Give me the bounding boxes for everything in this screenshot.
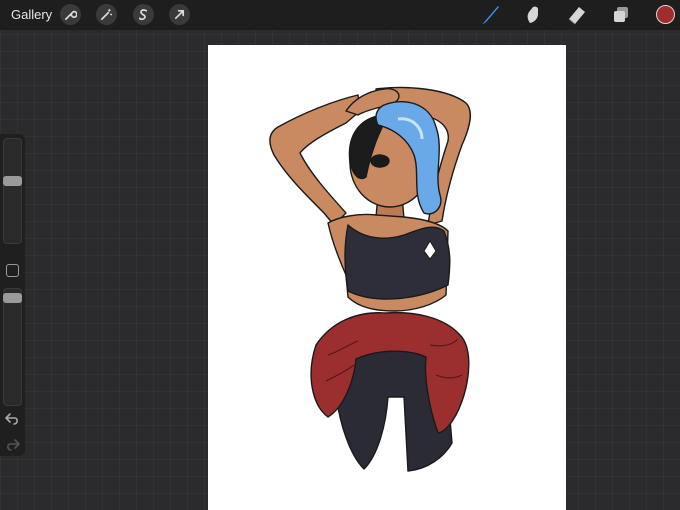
top-toolbar: Gallery [0, 0, 680, 30]
brush-size-handle[interactable] [3, 176, 22, 186]
sidebar [0, 134, 25, 456]
magic-wand-icon[interactable] [96, 4, 117, 25]
eraser-icon[interactable] [565, 3, 589, 27]
opacity-slider[interactable] [3, 288, 22, 406]
drawing-canvas[interactable] [208, 45, 566, 510]
brush-size-slider[interactable] [3, 138, 22, 244]
undo-icon[interactable] [4, 412, 21, 426]
transform-arrow-icon[interactable] [169, 4, 190, 25]
opacity-handle[interactable] [3, 293, 22, 303]
redo-icon[interactable] [4, 438, 21, 452]
color-picker-button[interactable] [656, 5, 675, 24]
selection-s-icon[interactable] [133, 4, 154, 25]
modify-button[interactable] [6, 264, 19, 277]
smudge-icon[interactable] [521, 3, 545, 27]
character-illustration [269, 86, 472, 472]
wrench-icon[interactable] [60, 4, 81, 25]
brush-icon[interactable] [478, 3, 502, 27]
gallery-button[interactable]: Gallery [11, 7, 52, 22]
layers-icon[interactable] [609, 3, 633, 27]
